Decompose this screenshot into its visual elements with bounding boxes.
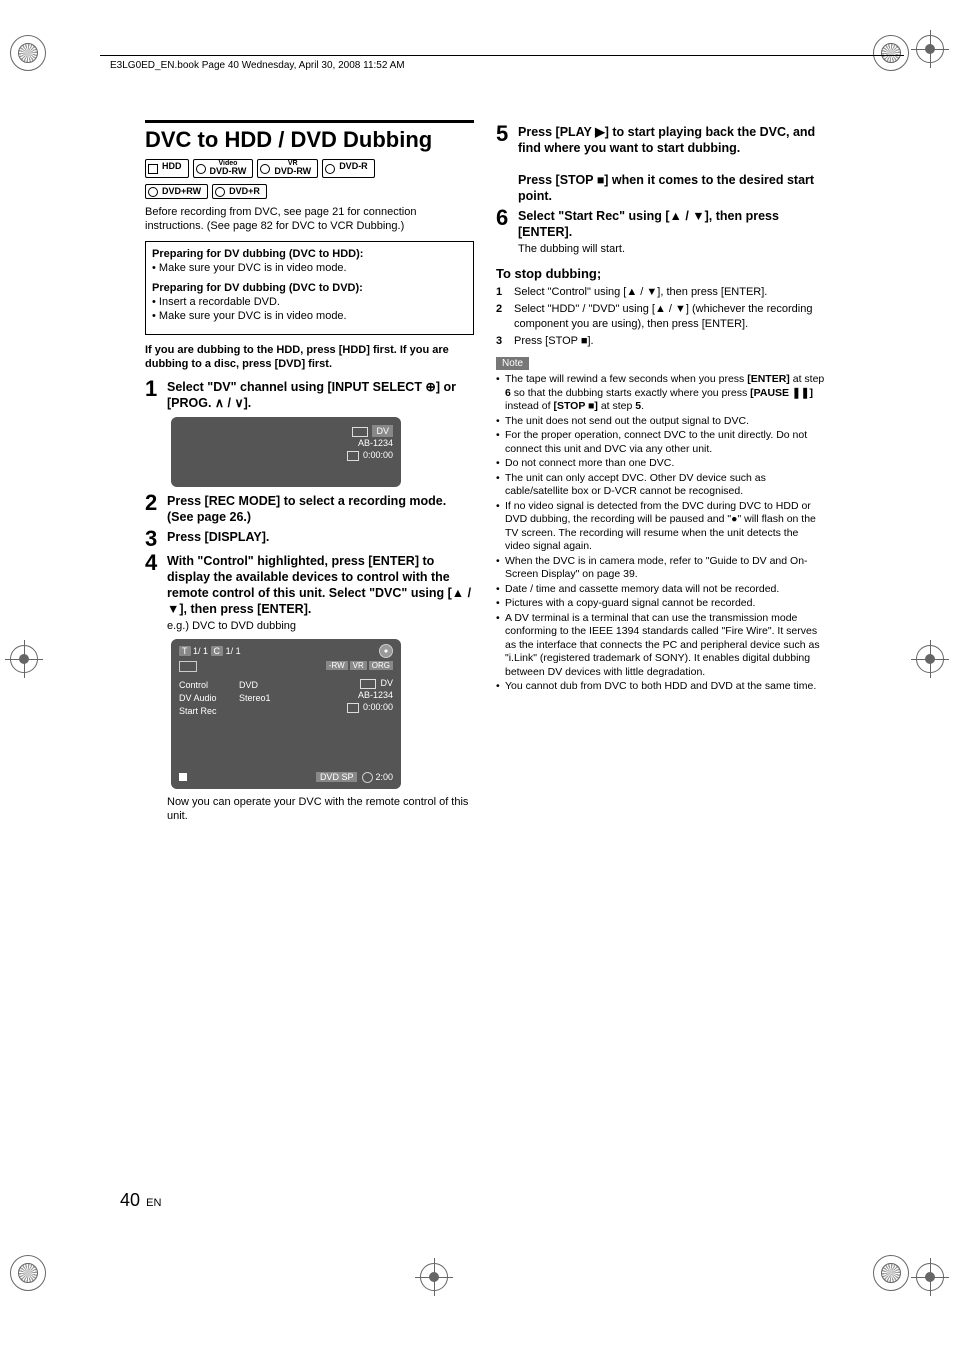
note-item: The unit does not send out the output si… xyxy=(496,415,825,429)
section-rule xyxy=(145,120,474,123)
badge-dvdr: DVD-R xyxy=(322,159,375,178)
prep-dvd-title: Preparing for DV dubbing (DVC to DVD): xyxy=(152,281,467,295)
page-title: DVC to HDD / DVD Dubbing xyxy=(145,127,474,153)
badge-dvdprw: DVD+RW xyxy=(145,184,208,199)
media-badges-2: DVD+RW DVD+R xyxy=(145,184,474,199)
disc-icon xyxy=(379,644,393,658)
step-2: 2 Press [REC MODE] to select a recording… xyxy=(145,493,474,525)
step-4: 4 With "Control" highlighted, press [ENT… xyxy=(145,553,474,633)
note-item: Pictures with a copy-guard signal cannot… xyxy=(496,597,825,611)
warning-text: If you are dubbing to the HDD, press [HD… xyxy=(145,343,474,371)
step-1: 1 Select "DV" channel using [INPUT SELEC… xyxy=(145,379,474,411)
step-6: 6 Select "Start Rec" using [▲ / ▼], then… xyxy=(496,208,825,256)
badge-hdd: HDD xyxy=(145,159,189,178)
stop-dubbing-heading: To stop dubbing; xyxy=(496,266,825,281)
preparation-box: Preparing for DV dubbing (DVC to HDD): M… xyxy=(145,241,474,335)
osd-screenshot-2: T 1/ 1 C 1/ 1 -RW VR ORG ControlDVD DV A… xyxy=(171,639,401,789)
tape-icon xyxy=(179,661,197,672)
note-item: A DV terminal is a terminal that can use… xyxy=(496,612,825,680)
page-number: 40 EN xyxy=(120,1190,161,1211)
osd-screenshot-1: DV AB-1234 0:00:00 xyxy=(171,417,401,487)
step-5: 5 Press [PLAY ▶] to start playing back t… xyxy=(496,124,825,204)
step-3: 3 Press [DISPLAY]. xyxy=(145,529,474,549)
tape-icon xyxy=(360,679,376,689)
prep-dvd-item: Make sure your DVC is in video mode. xyxy=(152,309,467,323)
badge-dvdrw-vr: VRDVD-RW xyxy=(257,159,318,178)
tape-icon xyxy=(352,427,368,437)
notes-list: The tape will rewind a few seconds when … xyxy=(496,373,825,694)
note-item: You cannot dub from DVC to both HDD and … xyxy=(496,680,825,694)
header-rule xyxy=(100,55,904,56)
note-item: Do not connect more than one DVC. xyxy=(496,457,825,471)
prep-hdd-item: Make sure your DVC is in video mode. xyxy=(152,261,467,275)
screenshot-caption: Now you can operate your DVC with the re… xyxy=(167,795,474,823)
note-item: The unit can only accept DVC. Other DV d… xyxy=(496,472,825,499)
book-header: E3LG0ED_EN.book Page 40 Wednesday, April… xyxy=(110,60,405,71)
note-label: Note xyxy=(496,357,529,370)
cassette-icon xyxy=(347,703,359,713)
note-item: When the DVC is in camera mode, refer to… xyxy=(496,555,825,582)
note-item: For the proper operation, connect DVC to… xyxy=(496,429,825,456)
note-item: If no video signal is detected from the … xyxy=(496,500,825,554)
badge-dvdrw-video: VideoDVD-RW xyxy=(193,159,254,178)
cassette-icon xyxy=(347,451,359,461)
intro-text: Before recording from DVC, see page 21 f… xyxy=(145,205,474,233)
prep-dvd-item: Insert a recordable DVD. xyxy=(152,295,467,309)
stop-icon xyxy=(179,773,187,781)
note-item: Date / time and cassette memory data wil… xyxy=(496,583,825,597)
note-item: The tape will rewind a few seconds when … xyxy=(496,373,825,414)
stop-dubbing-list: 1Select "Control" using [▲ / ▼], then pr… xyxy=(496,285,825,349)
clock-icon xyxy=(362,772,373,783)
media-badges: HDD VideoDVD-RW VRDVD-RW DVD-R xyxy=(145,159,474,178)
prep-hdd-title: Preparing for DV dubbing (DVC to HDD): xyxy=(152,247,467,261)
badge-dvdpr: DVD+R xyxy=(212,184,267,199)
